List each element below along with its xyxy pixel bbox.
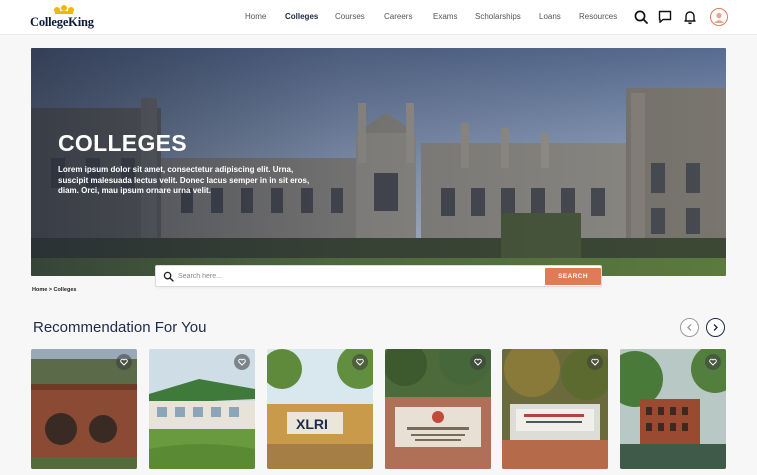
favorite-button[interactable]: [234, 354, 250, 370]
nav-item-scholarships[interactable]: Scholarships: [475, 12, 521, 21]
favorite-button[interactable]: [705, 354, 721, 370]
user-avatar[interactable]: [710, 8, 728, 26]
nav-item-resources[interactable]: Resources: [579, 12, 617, 21]
logo-wordmark: CollegeKing: [30, 15, 94, 29]
college-card[interactable]: [385, 349, 491, 469]
college-card[interactable]: [620, 349, 726, 469]
chevron-right-icon: [713, 324, 718, 331]
college-card[interactable]: XLRI: [267, 349, 373, 469]
nav-item-colleges[interactable]: Colleges: [285, 12, 318, 21]
nav-item-home[interactable]: Home: [245, 12, 266, 21]
heart-icon: [591, 358, 599, 366]
hero-title: COLLEGES: [58, 130, 187, 156]
nav-item-loans[interactable]: Loans: [539, 12, 561, 21]
carousel-next-button[interactable]: [706, 318, 725, 337]
section-title: Recommendation For You: [33, 319, 207, 336]
nav-item-careers[interactable]: Careers: [384, 12, 412, 21]
search-button[interactable]: SEARCH: [545, 268, 601, 285]
chevron-left-icon: [687, 324, 692, 331]
college-card[interactable]: [149, 349, 255, 469]
search-input[interactable]: [178, 269, 538, 284]
college-card[interactable]: [502, 349, 608, 469]
chat-icon[interactable]: [657, 9, 673, 25]
bell-icon[interactable]: [682, 9, 698, 25]
top-navbar: CollegeKing Home Colleges Courses Career…: [0, 0, 757, 35]
college-card[interactable]: [31, 349, 137, 469]
nav-item-courses[interactable]: Courses: [335, 12, 365, 21]
breadcrumb: Home > Colleges: [32, 287, 77, 293]
favorite-button[interactable]: [587, 354, 603, 370]
favorite-button[interactable]: [352, 354, 368, 370]
collegeking-logo[interactable]: CollegeKing: [30, 5, 110, 31]
search-icon: [163, 271, 174, 282]
heart-icon: [709, 358, 717, 366]
crown-icon: [54, 5, 74, 15]
user-icon: [714, 12, 724, 23]
heart-icon: [474, 358, 482, 366]
heart-icon: [356, 358, 364, 366]
favorite-button[interactable]: [470, 354, 486, 370]
search-bar: SEARCH: [155, 265, 602, 287]
college-building-image: [31, 48, 726, 276]
heart-icon: [238, 358, 246, 366]
search-icon[interactable]: [633, 9, 649, 25]
hero-banner: COLLEGES Lorem ipsum dolor sit amet, con…: [31, 48, 726, 276]
heart-icon: [120, 358, 128, 366]
hero-description: Lorem ipsum dolor sit amet, consectetur …: [58, 165, 310, 195]
nav-item-exams[interactable]: Exams: [433, 12, 457, 21]
favorite-button[interactable]: [116, 354, 132, 370]
xlri-sign-text: XLRI: [296, 416, 328, 432]
carousel-prev-button[interactable]: [680, 318, 699, 337]
